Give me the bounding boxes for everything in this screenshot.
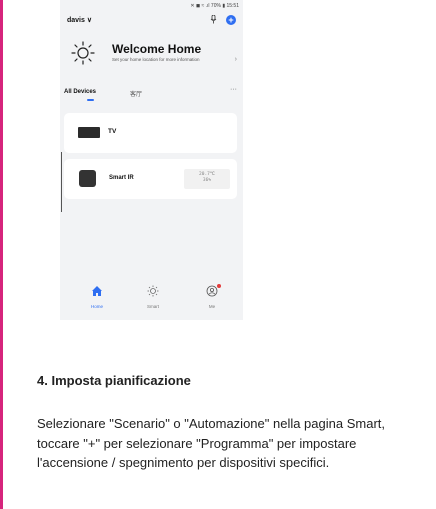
sensor-readout: 20.7℃ 36%	[184, 169, 230, 189]
device-card-smart-ir[interactable]: Smart IR 20.7℃ 36%	[64, 159, 237, 199]
status-bar: ✕ ◼ ≈ .ıl 70% ▮ 15:51	[60, 0, 243, 11]
device-card-tv[interactable]: TV	[64, 113, 237, 153]
home-selector[interactable]: davis ∨	[67, 16, 92, 24]
device-name: Smart IR	[109, 175, 134, 181]
bottom-navigation: Home Smart Me	[60, 280, 243, 320]
tab-room[interactable]: 客厅	[130, 89, 142, 98]
humidity-value: 36%	[202, 178, 212, 183]
profile-icon	[192, 284, 232, 298]
welcome-title: Welcome Home	[112, 42, 202, 56]
welcome-subtitle: Set your home location for more informat…	[112, 57, 200, 62]
nav-smart-label: Smart	[146, 304, 159, 309]
tab-all-devices[interactable]: All Devices	[64, 89, 96, 95]
phone-screenshot: ✕ ◼ ≈ .ıl 70% ▮ 15:51 davis ∨ + Welcome …	[60, 0, 243, 320]
section-title: 4. Imposta pianificazione	[37, 373, 191, 388]
microphone-icon[interactable]	[210, 14, 217, 26]
chevron-right-icon[interactable]: ›	[235, 56, 237, 63]
divider-line	[61, 152, 62, 212]
nav-home[interactable]: Home	[77, 284, 117, 309]
ir-icon	[79, 170, 96, 187]
nav-me-label: Me	[208, 304, 216, 309]
top-bar: davis ∨ +	[60, 12, 243, 28]
status-indicators: ✕ ◼ ≈ .ıl 70% ▮ 15:51	[190, 3, 239, 9]
page-left-border	[0, 0, 3, 509]
more-options-icon[interactable]: ···	[230, 86, 237, 93]
nav-smart[interactable]: Smart	[133, 284, 173, 309]
nav-home-label: Home	[90, 304, 103, 309]
active-tab-indicator	[87, 99, 94, 101]
smart-sun-icon	[133, 284, 173, 298]
nav-me[interactable]: Me	[192, 284, 232, 309]
device-tabs: All Devices 客厅 ···	[60, 86, 243, 104]
welcome-banner[interactable]: Welcome Home Set your home location for …	[60, 36, 243, 82]
tv-icon	[78, 127, 100, 138]
home-icon	[77, 284, 117, 298]
add-device-button[interactable]: +	[226, 15, 236, 25]
section-body: Selezionare "Scenario" o "Automazione" n…	[37, 416, 385, 470]
notification-dot	[217, 284, 221, 288]
sun-icon	[71, 41, 95, 65]
device-name: TV	[108, 128, 117, 135]
